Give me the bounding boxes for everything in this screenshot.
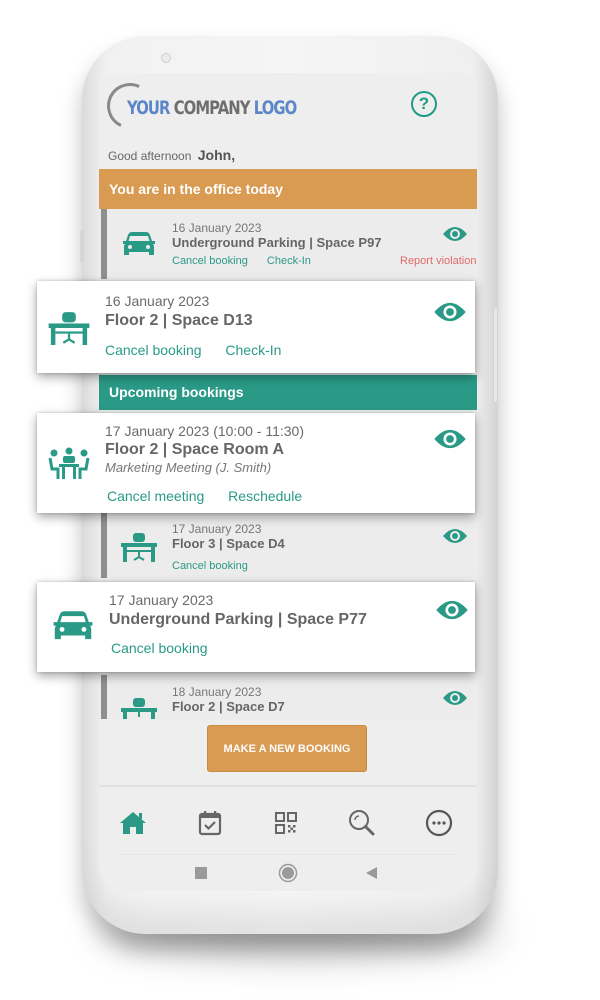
booking-card-floor3-d4[interactable]: 17 January 2023 Floor 3 | Space D4 Cance… [99, 510, 477, 578]
cancel-booking-link[interactable]: Cancel booking [172, 255, 248, 267]
booking-actions: Cancel booking [111, 640, 228, 656]
booking-actions: Cancel booking Check-In [105, 342, 301, 358]
greeting: Good afternoon John, [108, 147, 235, 163]
eye-icon[interactable] [435, 598, 469, 622]
booking-title: Floor 2 | Space Room A [105, 441, 285, 458]
recents-button-icon[interactable] [194, 866, 208, 880]
bottom-nav [99, 793, 477, 853]
phone-side-button-right [493, 307, 498, 403]
booking-actions: Cancel booking Check-In Report violation [172, 255, 477, 267]
car-icon [53, 611, 93, 640]
upcoming-section-header: Upcoming bookings [99, 375, 477, 410]
cancel-meeting-link[interactable]: Cancel meeting [107, 488, 204, 504]
desk-icon [48, 312, 90, 345]
logo-text: YOUR COMPANY LOGO [127, 97, 297, 119]
make-new-booking-button[interactable]: MAKE A NEW BOOKING [207, 725, 367, 772]
logo-word-2: COMPANY [173, 97, 251, 119]
search-icon[interactable] [346, 807, 378, 839]
front-camera [161, 53, 171, 63]
booking-title: Underground Parking | Space P97 [172, 235, 382, 250]
booking-actions: Cancel booking [172, 560, 264, 572]
phone-side-button-left [80, 230, 84, 262]
logo-word-3: LOGO [253, 97, 297, 119]
reschedule-link[interactable]: Reschedule [228, 488, 302, 504]
today-section-header: You are in the office today [99, 169, 477, 209]
nav-divider [99, 785, 477, 787]
logo-word-1: YOUR [127, 97, 170, 119]
check-in-link[interactable]: Check-In [267, 255, 311, 267]
booking-title: Underground Parking | Space P77 [109, 611, 367, 628]
help-icon[interactable]: ? [411, 91, 437, 117]
car-icon [123, 232, 155, 255]
card-stripe [101, 209, 107, 279]
booking-card-floor2-d7[interactable]: 18 January 2023 Floor 2 | Space D7 [99, 675, 477, 719]
booking-card-parking-p97[interactable]: 16 January 2023 Underground Parking | Sp… [99, 209, 477, 279]
booking-actions: Cancel meeting Reschedule [107, 488, 322, 504]
booking-title: Floor 3 | Space D4 [172, 536, 285, 551]
company-logo: YOUR COMPANY LOGO [100, 76, 307, 136]
cancel-booking-link[interactable]: Cancel booking [105, 342, 202, 358]
eye-icon[interactable] [433, 300, 467, 324]
card-stripe [101, 675, 107, 719]
more-icon[interactable] [423, 807, 455, 839]
booking-date: 16 January 2023 [105, 293, 210, 309]
booking-title: Floor 2 | Space D13 [105, 312, 253, 329]
booking-date: 17 January 2023 [109, 592, 214, 608]
desk-icon [121, 698, 157, 719]
qr-code-icon[interactable] [270, 807, 302, 839]
cancel-booking-link[interactable]: Cancel booking [172, 560, 248, 572]
back-button-icon[interactable] [365, 866, 379, 880]
calendar-check-icon[interactable] [194, 807, 226, 839]
booking-date: 16 January 2023 [172, 221, 262, 235]
meeting-icon [48, 447, 90, 479]
eye-icon[interactable] [442, 527, 468, 545]
booking-date: 17 January 2023 [172, 522, 262, 536]
booking-card-floor2-d13[interactable]: 16 January 2023 Floor 2 | Space D13 Canc… [37, 281, 475, 373]
eye-icon[interactable] [442, 689, 468, 707]
booking-subtitle: Marketing Meeting (J. Smith) [105, 460, 272, 475]
check-in-link[interactable]: Check-In [225, 342, 281, 358]
booking-card-room-a[interactable]: 17 January 2023 (10:00 - 11:30) Floor 2 … [37, 413, 475, 513]
desk-icon [121, 533, 157, 562]
system-nav [99, 858, 477, 888]
greeting-name: John, [197, 147, 236, 163]
booking-card-parking-p77[interactable]: 17 January 2023 Underground Parking | Sp… [37, 582, 475, 672]
card-stripe [101, 510, 107, 578]
report-violation-link[interactable]: Report violation [400, 255, 476, 267]
home-icon[interactable] [117, 807, 149, 839]
system-nav-divider [119, 854, 457, 855]
cancel-booking-link[interactable]: Cancel booking [111, 640, 208, 656]
booking-date: 17 January 2023 (10:00 - 11:30) [105, 423, 304, 439]
eye-icon[interactable] [442, 225, 468, 243]
booking-date: 18 January 2023 [172, 685, 262, 699]
greeting-prefix: Good afternoon [108, 149, 192, 163]
home-button-icon[interactable] [278, 863, 298, 883]
eye-icon[interactable] [433, 427, 467, 451]
booking-title: Floor 2 | Space D7 [172, 699, 285, 714]
